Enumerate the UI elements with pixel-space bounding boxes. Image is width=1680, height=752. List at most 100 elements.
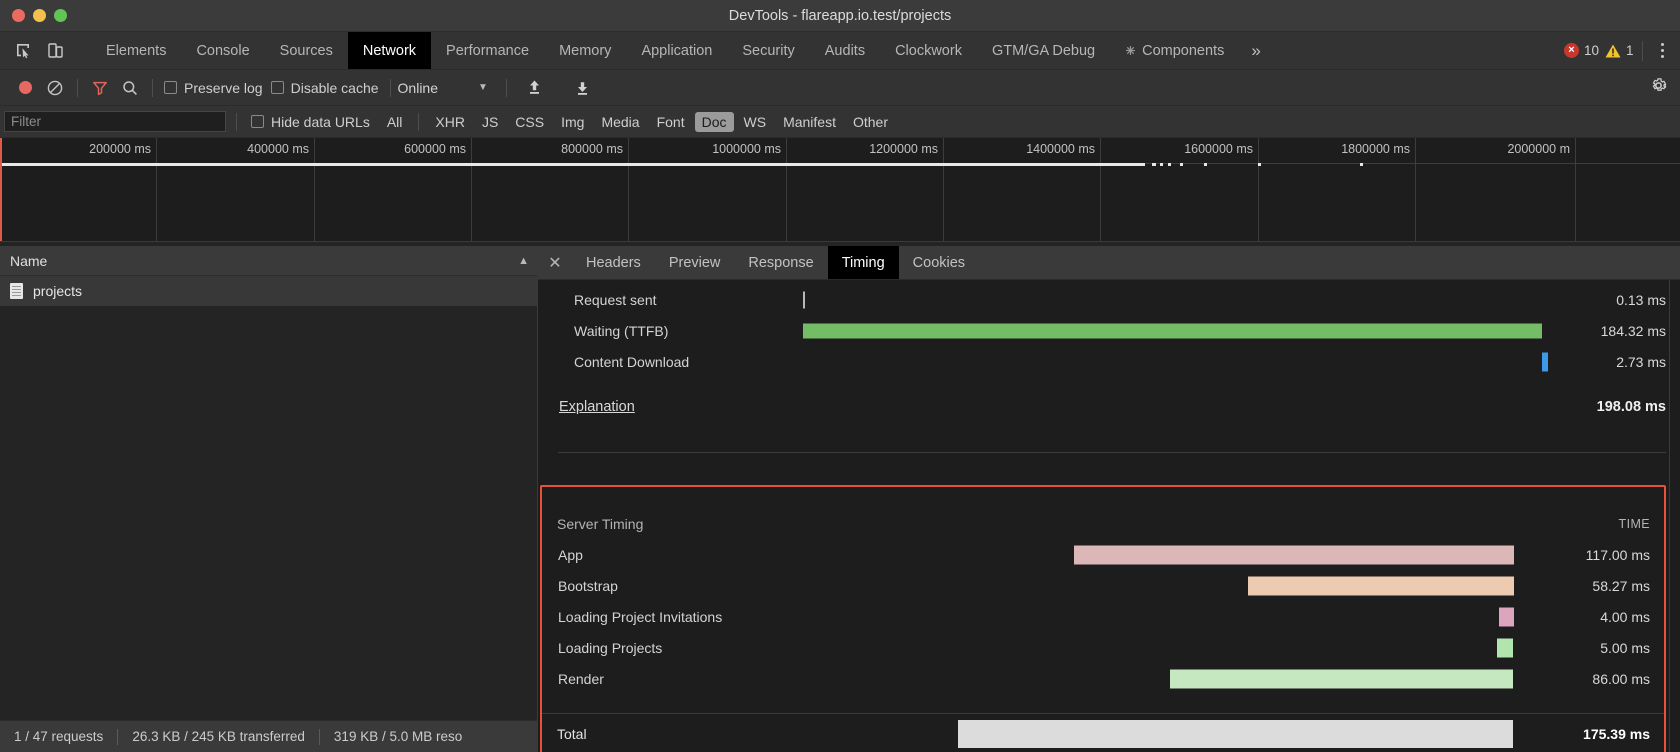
timing-label: Loading Project Invitations	[558, 608, 723, 625]
timing-bar-track	[787, 570, 1546, 601]
resource-type-filters: All XHR JS CSS Img Media Font Doc WS Man…	[380, 111, 895, 132]
timing-label: Request sent	[574, 291, 657, 308]
throttling-select[interactable]: Online ▼	[398, 80, 488, 96]
overview-request-tick	[1152, 163, 1156, 166]
timing-bar	[1248, 576, 1515, 595]
inspect-element-icon[interactable]	[10, 38, 36, 64]
device-toolbar-icon[interactable]	[42, 38, 68, 64]
timing-value: 2.73 ms	[1616, 353, 1666, 370]
type-filter-xhr[interactable]: XHR	[428, 112, 472, 132]
requests-table-header[interactable]: Name ▲	[0, 246, 537, 276]
tab-network[interactable]: Network	[347, 32, 432, 69]
timing-value: 184.32 ms	[1600, 322, 1666, 339]
chevron-down-icon: ▼	[478, 82, 488, 93]
timing-label: Render	[558, 670, 604, 687]
overview-request-tick	[1360, 163, 1363, 166]
overview-tick-label: 400000 ms	[247, 142, 309, 156]
tab-memory[interactable]: Memory	[544, 32, 626, 69]
timing-label: Loading Projects	[558, 639, 663, 656]
type-filter-media[interactable]: Media	[594, 112, 646, 132]
type-filter-other[interactable]: Other	[846, 112, 895, 132]
filter-input[interactable]	[4, 111, 226, 132]
toolbar-divider	[77, 78, 78, 97]
timing-value: 58.27 ms	[1592, 577, 1650, 594]
filter-funnel-icon[interactable]	[85, 75, 115, 101]
status-divider	[318, 728, 320, 745]
timing-row-waiting-ttfb: Waiting (TTFB) 184.32 ms	[558, 315, 1680, 346]
timing-bar	[803, 291, 805, 308]
tab-cookies[interactable]: Cookies	[899, 246, 979, 279]
overview-request-tick	[1258, 163, 1261, 166]
error-count-badge[interactable]: × 10	[1563, 43, 1599, 58]
detail-pane-scrollbar[interactable]	[1669, 280, 1680, 752]
hide-data-urls-label: Hide data URLs	[271, 113, 370, 130]
timing-bar-track	[803, 315, 1562, 346]
table-row[interactable]: projects	[0, 276, 537, 306]
tab-elements[interactable]: Elements	[91, 32, 181, 69]
type-filter-ws[interactable]: WS	[737, 112, 774, 132]
preserve-log-checkbox[interactable]: Preserve log	[164, 80, 263, 96]
type-filter-manifest[interactable]: Manifest	[776, 112, 843, 132]
disable-cache-checkbox[interactable]: Disable cache	[270, 79, 379, 96]
minimize-window-button[interactable]	[33, 9, 46, 22]
server-timing-section: Server Timing TIME App 117.00 ms Bootstr…	[540, 485, 1666, 752]
disable-cache-label: Disable cache	[290, 79, 379, 96]
timing-bar-track	[787, 601, 1546, 632]
tab-audits[interactable]: Audits	[810, 32, 880, 69]
server-timing-row-loading-projects: Loading Projects 5.00 ms	[542, 632, 1664, 663]
export-har-icon[interactable]	[568, 75, 598, 101]
tab-clockwork[interactable]: Clockwork	[880, 32, 977, 69]
close-window-button[interactable]	[12, 9, 25, 22]
tab-headers[interactable]: Headers	[572, 246, 655, 279]
clear-icon[interactable]	[40, 75, 70, 101]
tab-console[interactable]: Console	[181, 32, 264, 69]
explanation-link[interactable]: Explanation	[558, 399, 635, 415]
overview-tick-label: 600000 ms	[404, 142, 466, 156]
tab-components[interactable]: Components	[1110, 32, 1239, 69]
more-options-icon[interactable]	[1651, 42, 1675, 59]
network-overview-timeline[interactable]: 200000 ms 400000 ms 600000 ms 800000 ms …	[0, 138, 1680, 242]
timing-bar-track	[803, 284, 1562, 315]
warning-count-badge[interactable]: 1	[1605, 43, 1634, 58]
checkbox-box	[251, 115, 264, 128]
window-title: DevTools - flareapp.io.test/projects	[728, 7, 952, 24]
timing-row-content-download: Content Download 2.73 ms	[558, 346, 1680, 377]
tab-timing[interactable]: Timing	[827, 246, 899, 279]
maximize-window-button[interactable]	[54, 9, 67, 22]
type-filter-font[interactable]: Font	[650, 112, 692, 132]
record-button-icon[interactable]	[10, 75, 40, 101]
type-filter-img[interactable]: Img	[554, 112, 591, 132]
sort-ascending-icon: ▲	[518, 254, 529, 267]
close-icon[interactable]: ✕	[538, 246, 572, 279]
tab-application[interactable]: Application	[626, 32, 727, 69]
type-filter-all[interactable]: All	[380, 112, 410, 132]
overview-request-tick	[1160, 163, 1163, 166]
overview-tick-label: 1800000 ms	[1341, 142, 1410, 156]
type-filter-doc[interactable]: Doc	[694, 111, 734, 132]
timing-content: Request sent 0.13 ms Waiting (TTFB) 184.…	[538, 280, 1680, 752]
hide-data-urls-checkbox[interactable]: Hide data URLs	[251, 114, 370, 130]
badge-divider	[1641, 40, 1643, 61]
tab-performance[interactable]: Performance	[431, 32, 544, 69]
tab-response[interactable]: Response	[734, 246, 827, 279]
type-filter-js[interactable]: JS	[475, 112, 505, 132]
import-har-icon[interactable]	[520, 75, 550, 101]
search-icon[interactable]	[115, 75, 145, 101]
detail-pane-tabs: ✕ Headers Preview Response Timing Cookie…	[538, 246, 1680, 280]
tab-preview[interactable]: Preview	[655, 246, 735, 279]
tab-security[interactable]: Security	[727, 32, 809, 69]
type-filter-css[interactable]: CSS	[508, 112, 551, 132]
tab-sources[interactable]: Sources	[265, 32, 348, 69]
server-timing-row-render: Render 86.00 ms	[542, 663, 1664, 694]
overview-tick-label: 1200000 ms	[869, 142, 938, 156]
tab-gtm-ga-debug[interactable]: GTM/GA Debug	[977, 32, 1110, 69]
settings-gear-icon[interactable]	[1649, 76, 1668, 100]
timing-bar-track	[787, 632, 1546, 663]
status-requests: 1 / 47 requests	[14, 729, 104, 744]
more-tabs-button[interactable]: »	[1239, 32, 1272, 69]
warning-icon	[1605, 44, 1621, 58]
tab-label: Sources	[279, 42, 333, 59]
request-name: projects	[33, 283, 83, 299]
tab-label: Application	[641, 42, 713, 59]
checkbox-box	[270, 81, 284, 94]
